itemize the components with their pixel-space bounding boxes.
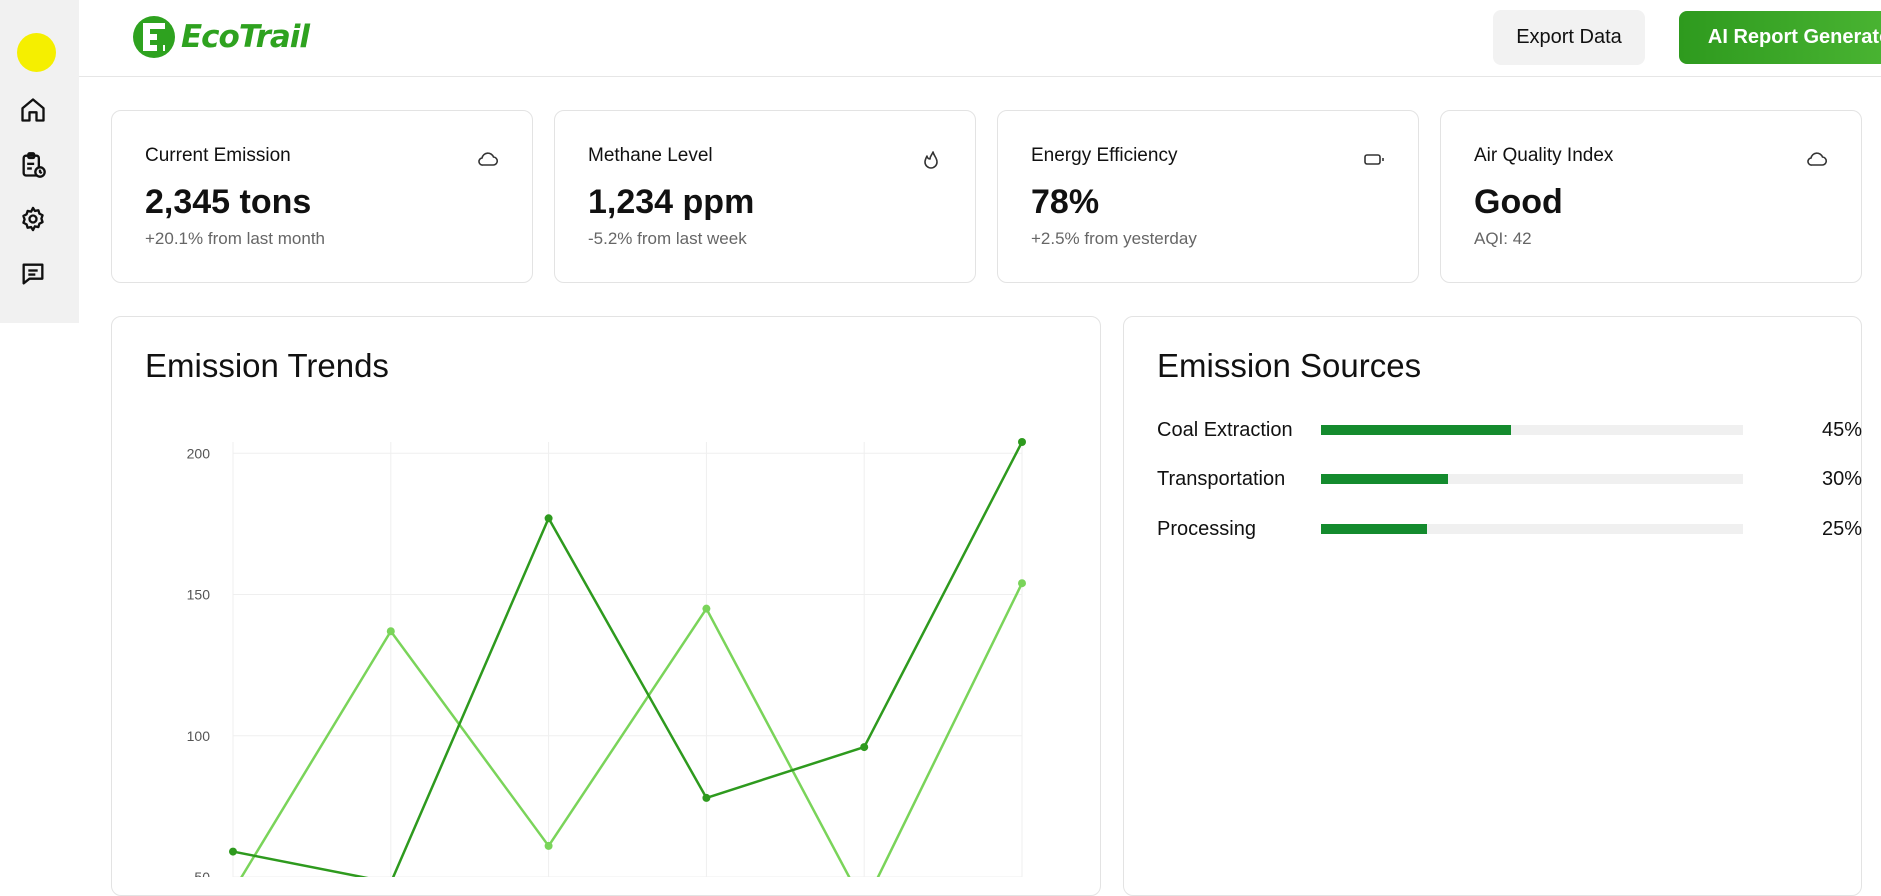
data-point [702,604,711,613]
logo-mark-icon [133,16,175,58]
data-point [860,743,869,752]
export-data-button[interactable]: Export Data [1493,10,1645,65]
y-tick-label: 50 [194,869,210,877]
data-point [1018,438,1026,446]
source-progress-track [1321,474,1743,484]
cloud-icon [476,147,500,171]
source-label: Coal Extraction [1157,419,1293,441]
data-point [544,514,553,523]
clipboard-clock-icon[interactable] [18,150,48,180]
cloud-icon [1805,147,1829,171]
stat-card-air-quality-index: Air Quality Index Good AQI: 42 [1440,110,1862,283]
data-point [702,793,711,802]
source-progress-track [1321,425,1743,435]
stat-title: Current Emission [145,145,291,166]
source-row-coal-extraction: Coal Extraction 45% [1157,417,1862,445]
stat-change: +20.1% from last month [145,229,326,248]
source-label: Transportation [1157,468,1286,490]
data-point [229,847,237,856]
stat-card-energy-efficiency: Energy Efficiency 78% +2.5% from yesterd… [997,110,1419,283]
source-progress-track [1321,524,1743,534]
stat-change: -5.2% from last week [588,229,747,248]
stat-value: Good [1474,183,1563,221]
message-icon[interactable] [18,259,48,289]
data-point [1018,579,1026,588]
source-progress-fill [1321,524,1427,534]
stat-value: 2,345 tons [145,183,312,221]
ai-report-generator-button[interactable]: AI Report Generator [1679,11,1881,64]
status-indicator [17,33,56,72]
source-percent: 25% [1821,518,1862,540]
battery-icon [1362,147,1386,171]
source-row-processing: Processing 25% [1157,516,1862,544]
sidebar [0,0,79,323]
flame-icon [919,147,943,171]
section-title: Emission Sources [1157,347,1422,384]
y-tick-label: 150 [187,587,211,603]
series-line [240,582,1024,877]
stat-card-methane-level: Methane Level 1,234 ppm -5.2% from last … [554,110,976,283]
gear-icon[interactable] [18,204,48,234]
y-tick-label: 200 [187,445,211,461]
series-line [232,441,1024,877]
home-icon[interactable] [18,95,48,125]
stat-change: +2.5% from yesterday [1031,229,1197,248]
source-percent: 30% [1821,468,1862,490]
source-row-transportation: Transportation 30% [1157,466,1862,494]
y-tick-label: 100 [187,728,211,744]
emission-trends-chart: 200 150 100 50 [187,438,1026,877]
source-percent: 45% [1821,419,1862,441]
source-progress-fill [1321,425,1511,435]
logo-text: EcoTrail [181,19,310,55]
source-progress-fill [1321,474,1448,484]
stat-change: AQI: 42 [1474,229,1532,248]
stat-value: 1,234 ppm [588,183,755,221]
stat-card-current-emission: Current Emission 2,345 tons +20.1% from … [111,110,533,283]
emission-trends-card: Emission Trends 200 150 100 50 [111,316,1101,896]
top-bar: EcoTrail Export Data AI Report Generator [79,0,1881,77]
logo[interactable]: EcoTrail [131,10,310,64]
data-point [386,627,395,636]
source-label: Processing [1157,518,1256,540]
emission-sources-card: Emission Sources Coal Extraction 45% Tra… [1123,316,1862,896]
stat-value: 78% [1031,183,1100,221]
stat-title: Energy Efficiency [1031,145,1178,166]
data-point [544,841,553,850]
stat-title: Air Quality Index [1474,145,1614,166]
stat-title: Methane Level [588,145,713,166]
